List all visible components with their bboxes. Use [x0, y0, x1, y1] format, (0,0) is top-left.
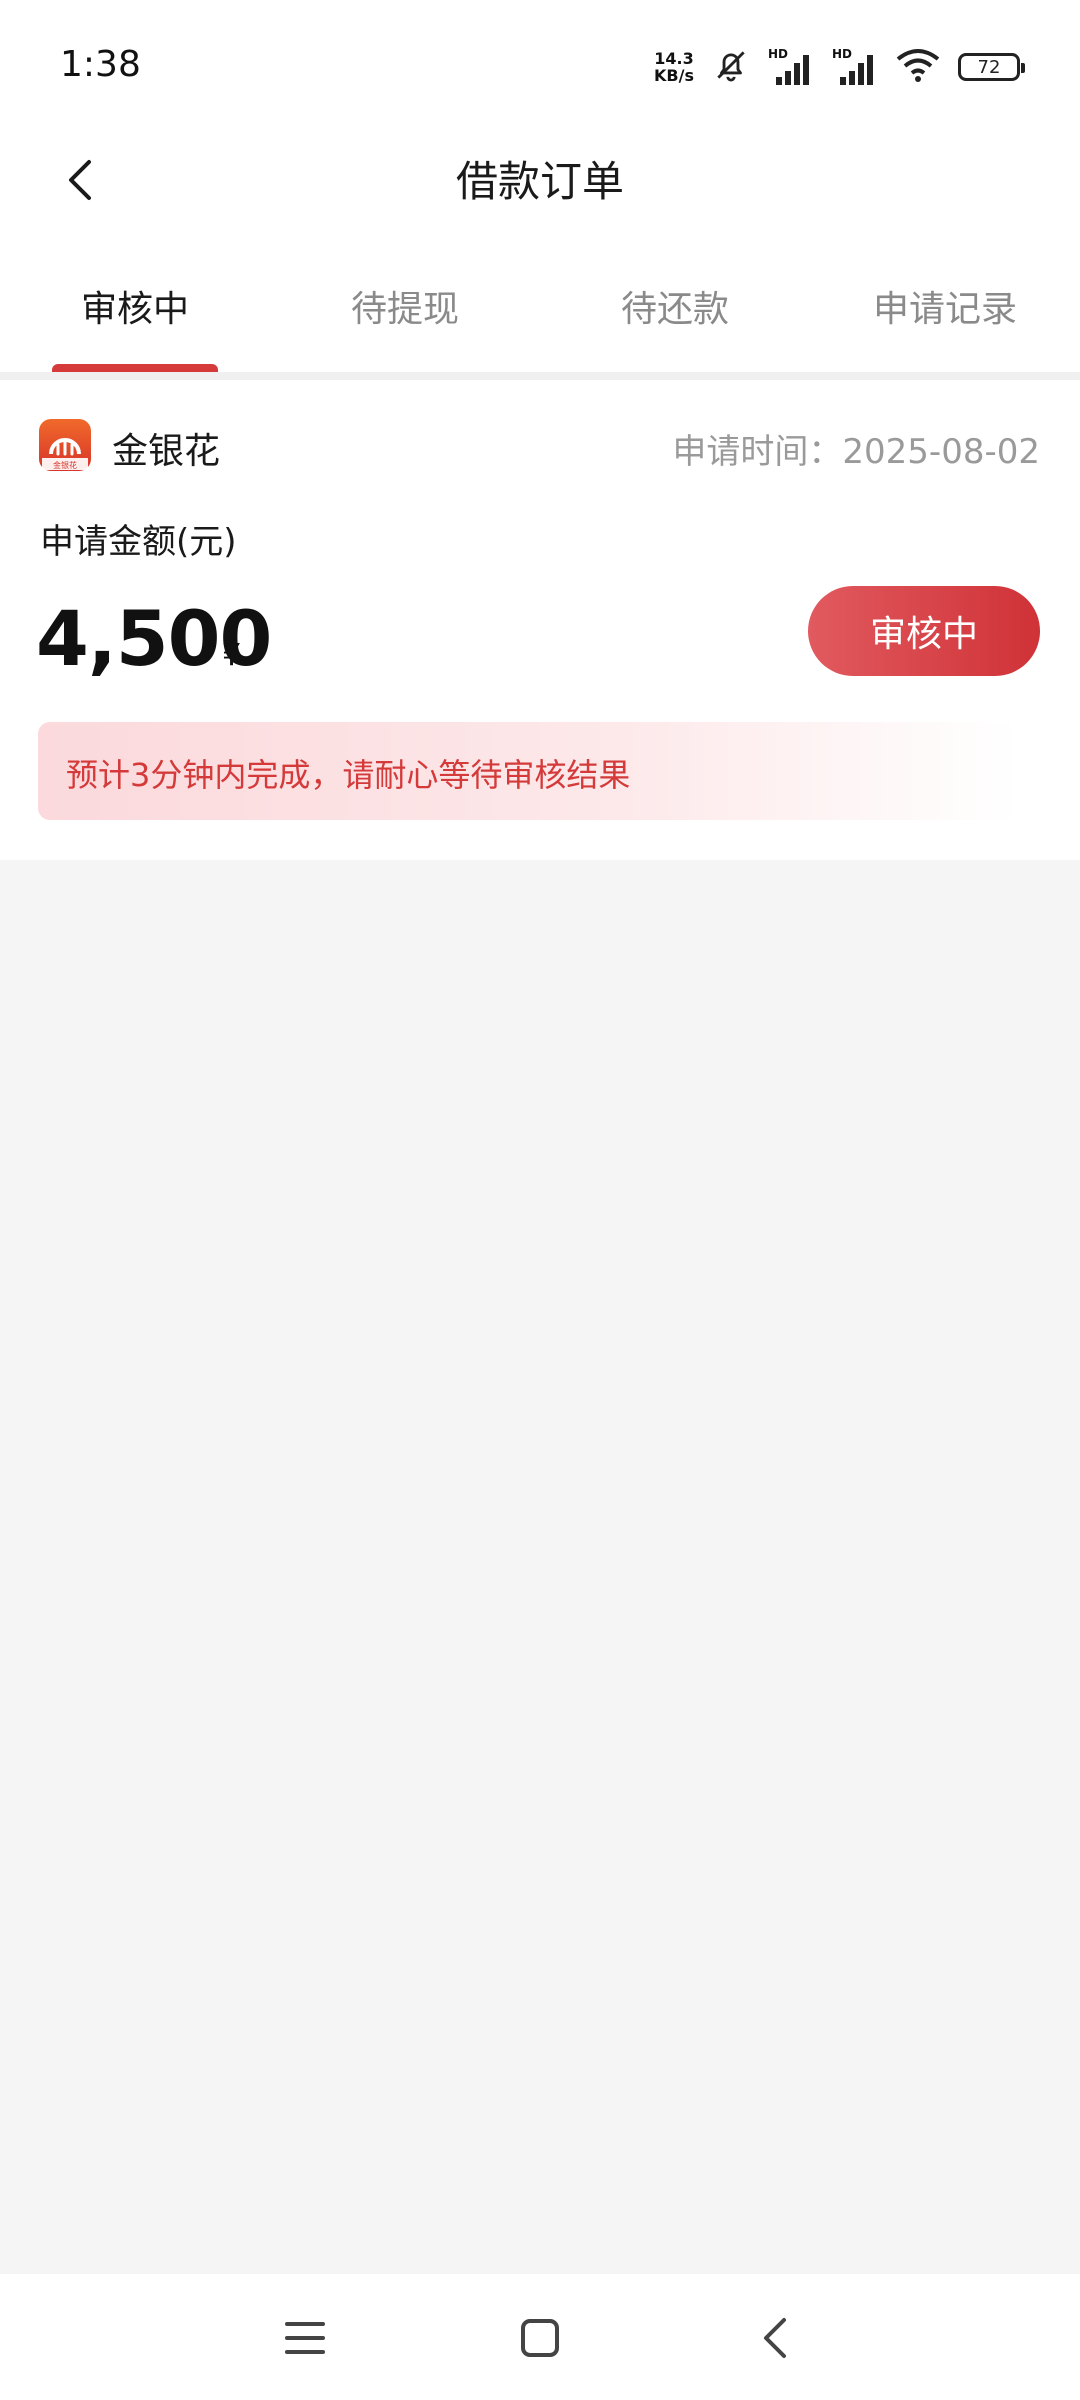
- order-card[interactable]: 金银花 金银花 申请时间：2025-08-02 申请金额(元) 4,500 ¥ …: [0, 380, 1080, 860]
- tab-reviewing[interactable]: 审核中: [0, 240, 270, 372]
- title-bar: 借款订单: [0, 120, 1080, 240]
- notice-bar: 预计3分钟内完成，请耐心等待审核结果: [38, 722, 1018, 820]
- system-back-button[interactable]: [745, 2308, 805, 2368]
- tab-label: 申请记录: [872, 289, 1017, 330]
- status-icons: 14.3 KB/s HD HD 72: [654, 46, 1025, 88]
- menu-icon: [285, 2322, 325, 2354]
- bell-muted-icon: [712, 46, 750, 88]
- tab-label: 审核中: [80, 289, 189, 330]
- tab-label: 待还款: [620, 289, 729, 330]
- back-icon: [764, 2318, 786, 2358]
- network-speed: 14.3 KB/s: [654, 50, 694, 84]
- apply-time: 申请时间：2025-08-02: [672, 432, 1040, 472]
- order-tabs: 审核中 待提现 待还款 申请记录: [0, 240, 1080, 372]
- network-speed-value: 14.3: [654, 49, 694, 68]
- brand-logo-text: 金银花: [53, 460, 77, 470]
- status-bar: 1:38 14.3 KB/s HD HD 72: [0, 0, 1080, 120]
- signal-icon-sim1: HD: [768, 47, 814, 87]
- brand-logo: 金银花: [39, 419, 91, 471]
- active-tab-indicator: [52, 364, 218, 372]
- battery-level: 72: [977, 56, 1001, 78]
- tab-label: 待提现: [350, 289, 459, 330]
- wifi-icon: [896, 47, 940, 87]
- currency-symbol: ¥: [222, 638, 242, 673]
- menu-button[interactable]: [275, 2308, 335, 2368]
- tab-application-records[interactable]: 申请记录: [810, 240, 1080, 372]
- home-icon: [521, 2319, 559, 2357]
- network-speed-unit: KB/s: [654, 66, 694, 85]
- home-button[interactable]: [510, 2308, 570, 2368]
- page-title: 借款订单: [455, 157, 624, 206]
- signal-icon-sim2: HD: [832, 47, 878, 87]
- brand-name: 金银花: [112, 431, 221, 472]
- status-time: 1:38: [60, 44, 141, 85]
- app-root: 1:38 14.3 KB/s HD HD 72 借款订单 审核中 待提现 待还款…: [0, 0, 1080, 2400]
- battery-icon: 72: [958, 53, 1025, 81]
- notice-text: 预计3分钟内完成，请耐心等待审核结果: [66, 756, 631, 794]
- divider: [0, 372, 1080, 380]
- review-status-button[interactable]: 审核中: [808, 586, 1040, 676]
- tab-pending-withdrawal[interactable]: 待提现: [270, 240, 540, 372]
- amount-label: 申请金额(元): [40, 522, 237, 562]
- system-nav-bar: [0, 2274, 1080, 2400]
- tab-pending-repayment[interactable]: 待还款: [540, 240, 810, 372]
